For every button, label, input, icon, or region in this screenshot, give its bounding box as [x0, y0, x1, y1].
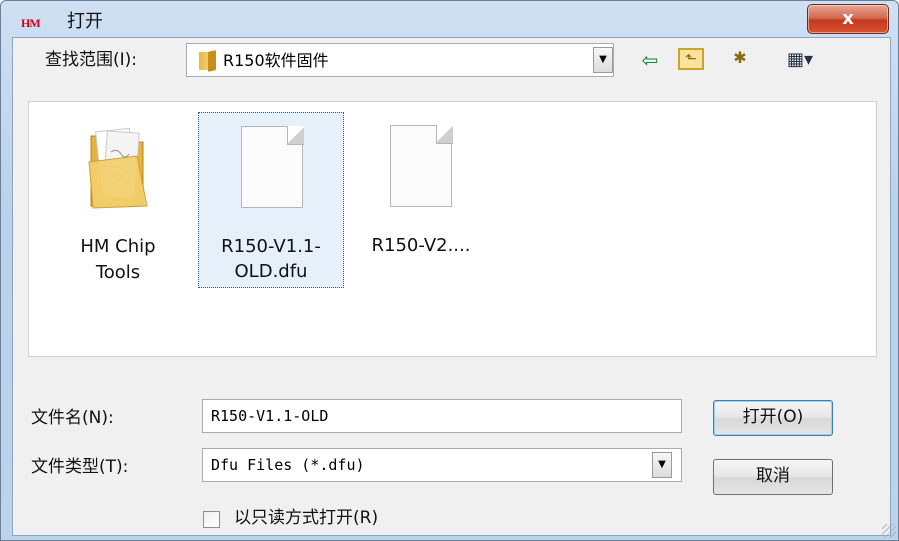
file-label: Tools: [95, 262, 141, 283]
close-button[interactable]: x: [807, 4, 889, 34]
page-fold-icon: [287, 126, 304, 145]
filename-label: 文件名(N):: [31, 408, 114, 428]
lookin-dropdown-button[interactable]: ▼: [593, 47, 613, 73]
resize-grip-icon[interactable]: [882, 524, 896, 538]
open-button[interactable]: 打开(O): [713, 400, 833, 436]
close-icon: x: [842, 8, 854, 29]
filetype-dropdown-button[interactable]: ▼: [652, 452, 672, 478]
dialog-title: 打开: [67, 11, 103, 32]
chevron-down-icon: ▼: [599, 54, 607, 65]
view-menu-icon[interactable]: ▦▾: [777, 48, 823, 72]
list-item[interactable]: R150-V2....: [357, 112, 487, 292]
title-bar[interactable]: HM 打开 x: [1, 1, 898, 39]
lookin-label: 查找范围(I):: [45, 50, 138, 70]
lookin-value: R150软件固件: [223, 51, 329, 70]
file-label: HM Chip: [80, 236, 156, 257]
filename-input[interactable]: R150-V1.1-OLD: [202, 399, 682, 433]
file-label: OLD.dfu: [234, 261, 308, 282]
page-fold-icon: [436, 125, 453, 144]
open-file-dialog: HM 打开 x 查找范围(I): R150软件固件 ▼ ⇦ ⬑ ✱ ▦▾ HM …: [0, 0, 899, 541]
hm-app-icon: HM: [21, 16, 41, 30]
filetype-label: 文件类型(T):: [31, 457, 129, 477]
chevron-down-icon: ▼: [658, 459, 666, 470]
cancel-button[interactable]: 取消: [713, 459, 833, 495]
up-folder-icon[interactable]: ⬑: [678, 48, 704, 70]
new-folder-icon[interactable]: ✱: [726, 46, 754, 70]
file-list[interactable]: HM Chip Tools R150-V1.1- OLD.dfu R150-V2…: [28, 101, 877, 357]
readonly-label: 以只读方式打开(R): [234, 508, 379, 528]
filetype-select[interactable]: Dfu Files (*.dfu): [202, 448, 682, 482]
folder-icon: [199, 52, 213, 70]
filetype-value: Dfu Files (*.dfu): [211, 456, 365, 474]
folder-icon: [88, 127, 148, 209]
file-label: R150-V1.1-: [221, 236, 321, 257]
list-item[interactable]: HM Chip Tools: [53, 112, 183, 292]
lookin-combo[interactable]: R150软件固件 ▼: [186, 43, 614, 77]
back-arrow-icon[interactable]: ⇦: [637, 48, 663, 72]
list-item[interactable]: R150-V1.1- OLD.dfu: [198, 112, 344, 288]
file-label: R150-V2....: [371, 235, 471, 256]
readonly-checkbox[interactable]: [203, 511, 220, 528]
